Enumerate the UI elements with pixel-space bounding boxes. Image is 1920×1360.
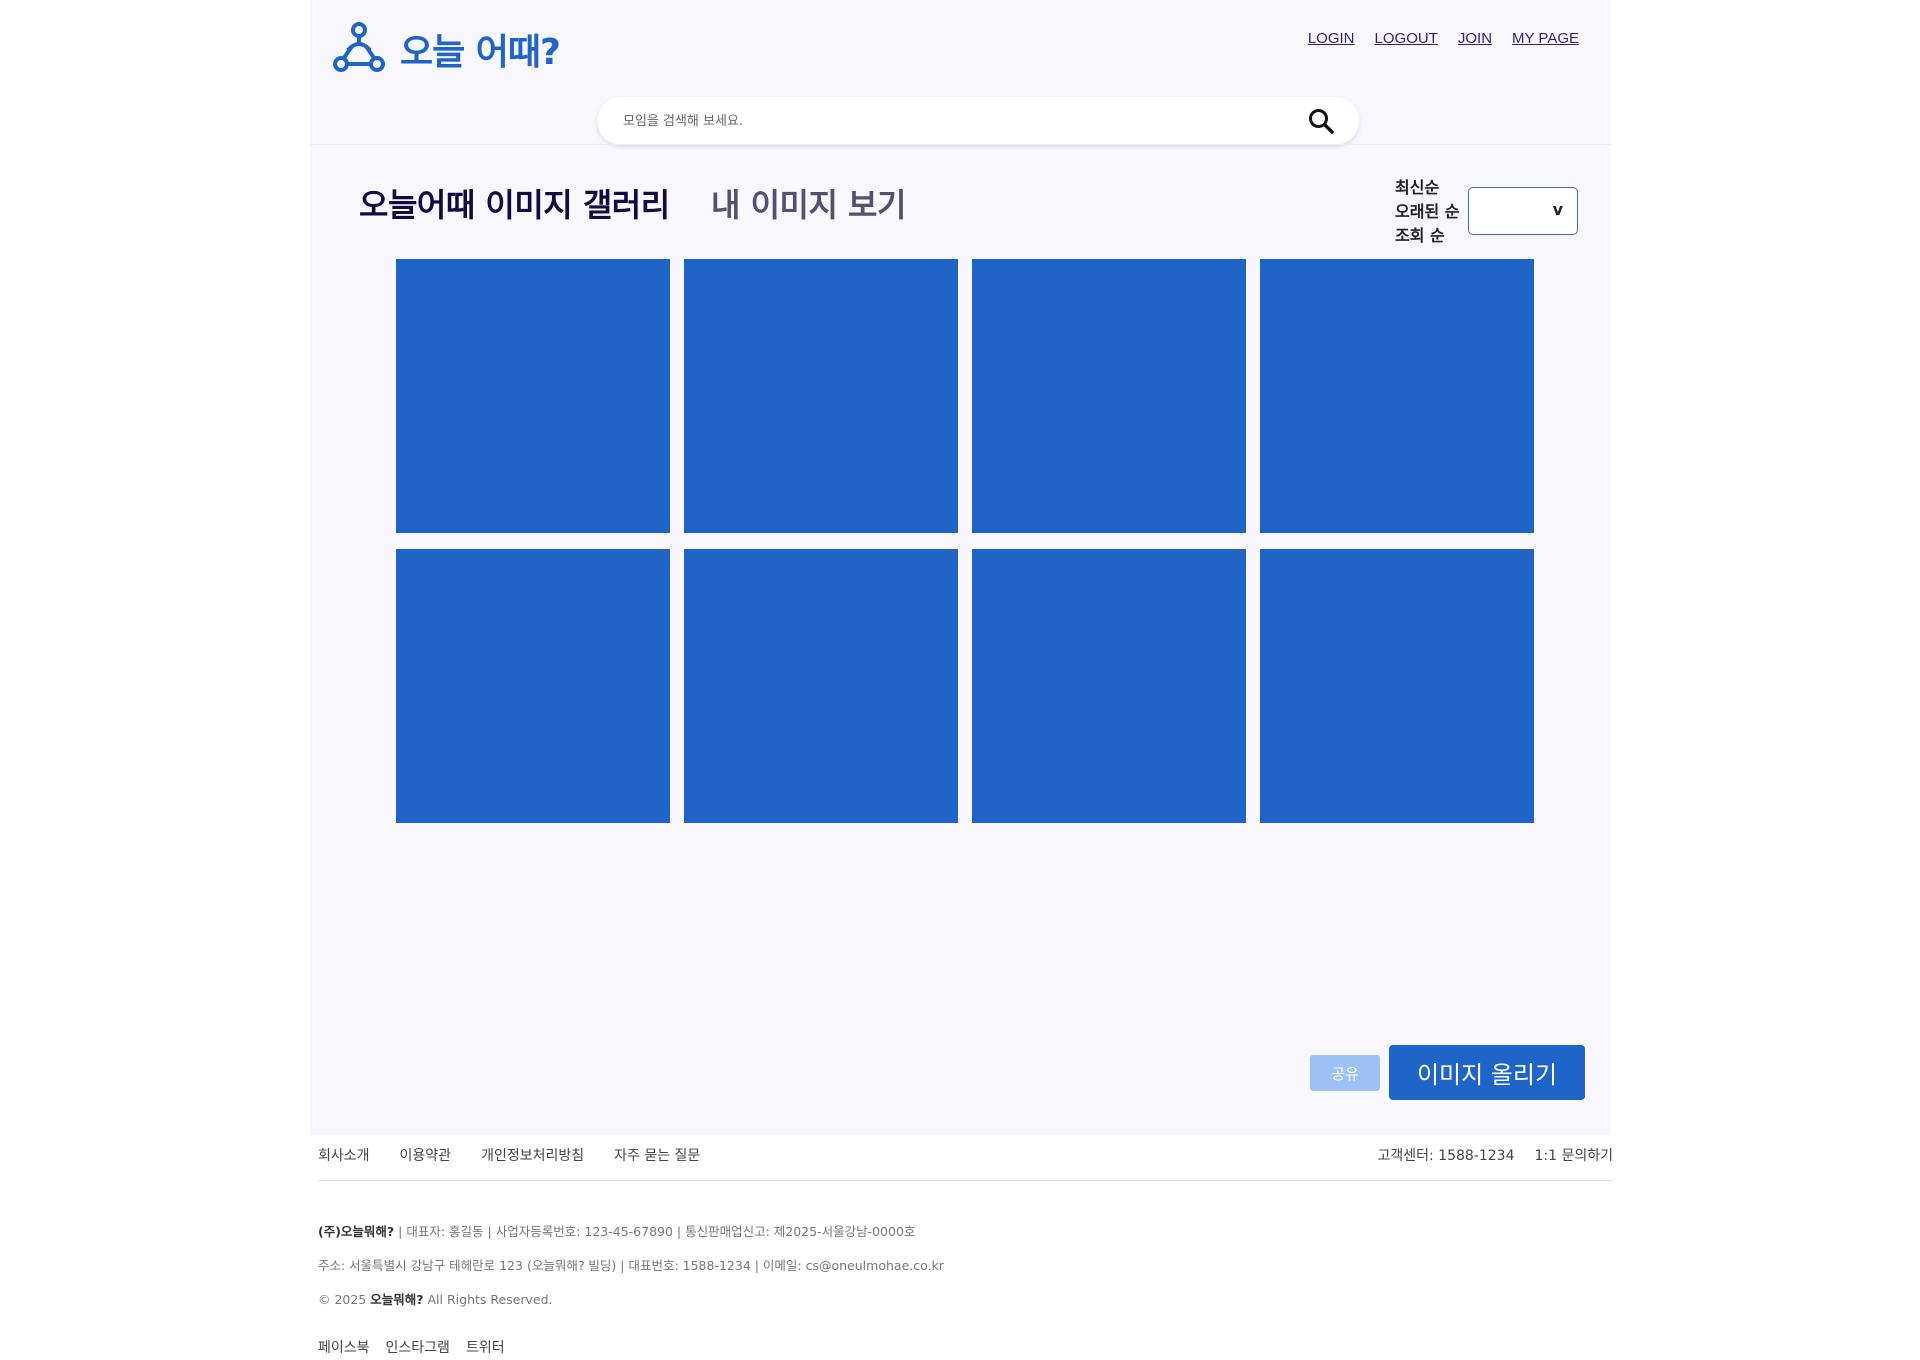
gallery-image[interactable] (396, 259, 670, 533)
instagram-link[interactable]: 인스타그램 (386, 1337, 450, 1357)
gallery-image[interactable] (684, 259, 958, 533)
footer-link-faq[interactable]: 자주 묻는 질문 (614, 1145, 700, 1165)
my-images-tab[interactable]: 내 이미지 보기 (711, 180, 906, 226)
inquiry-link[interactable]: 1:1 문의하기 (1534, 1145, 1613, 1165)
customer-center: 고객센터: 1588-1234 (1377, 1148, 1515, 1164)
footer-link-privacy[interactable]: 개인정보처리방침 (481, 1145, 584, 1165)
header-divider (310, 144, 1611, 145)
copyright: © 2025 오늘뭐해? All Rights Reserved. (318, 1283, 944, 1317)
search-input[interactable] (623, 110, 1273, 132)
company-name: (주)오늘뭐해? (318, 1224, 395, 1239)
copyright-suffix: All Rights Reserved. (423, 1292, 553, 1307)
gallery-image[interactable] (684, 549, 958, 823)
footer: 회사소개 이용약관 개인정보처리방침 자주 묻는 질문 고객센터: 1588-1… (318, 1135, 1613, 1360)
search-icon[interactable] (1307, 107, 1335, 135)
logo[interactable]: 오늘 어때? (330, 20, 561, 78)
footer-support: 고객센터: 1588-1234 1:1 문의하기 (1377, 1145, 1613, 1165)
gallery-image[interactable] (972, 549, 1246, 823)
social-links: 페이스북 인스타그램 트위터 (318, 1337, 505, 1357)
sort-option-latest[interactable]: 최신순 (1395, 176, 1459, 200)
logo-text: 오늘 어때? (400, 32, 561, 73)
top-nav: LOGIN LOGOUT JOIN MY PAGE (1308, 30, 1579, 47)
sort-option-views[interactable]: 조회 순 (1395, 224, 1459, 248)
gallery-image[interactable] (972, 259, 1246, 533)
gallery-title: 오늘어때 이미지 갤러리 (359, 186, 670, 224)
main-page: 오늘 어때? LOGIN LOGOUT JOIN MY PAGE 오늘어때 이미… (310, 0, 1611, 1135)
footer-divider (318, 1180, 1613, 1181)
footer-link-terms[interactable]: 이용약관 (400, 1145, 452, 1165)
mypage-link[interactable]: MY PAGE (1512, 30, 1579, 47)
twitter-link[interactable]: 트위터 (466, 1337, 505, 1357)
copyright-prefix: © 2025 (318, 1292, 371, 1307)
sort-select[interactable]: v (1468, 187, 1578, 235)
company-info: (주)오늘뭐해? | 대표자: 홍길동 | 사업자등록번호: 123-45-67… (318, 1215, 944, 1317)
footer-link-about[interactable]: 회사소개 (318, 1145, 370, 1165)
facebook-link[interactable]: 페이스북 (318, 1337, 370, 1357)
chevron-down-icon: v (1552, 200, 1563, 219)
login-link[interactable]: LOGIN (1308, 30, 1355, 47)
gallery-image[interactable] (396, 549, 670, 823)
image-gallery (396, 259, 1534, 823)
footer-links: 회사소개 이용약관 개인정보처리방침 자주 묻는 질문 (318, 1145, 700, 1165)
logout-link[interactable]: LOGOUT (1375, 30, 1438, 47)
join-link[interactable]: JOIN (1458, 30, 1492, 47)
address-line: 주소: 서울특별시 강남구 테헤란로 123 (오늘뭐해? 빌딩) | 대표번호… (318, 1258, 944, 1273)
search-bar (597, 97, 1359, 145)
company-line: (주)오늘뭐해? | 대표자: 홍길동 | 사업자등록번호: 123-45-67… (318, 1215, 944, 1249)
company-details: | 대표자: 홍길동 | 사업자등록번호: 123-45-67890 | 통신판… (394, 1224, 916, 1239)
gallery-image[interactable] (1260, 259, 1534, 533)
copyright-brand: 오늘뭐해? (370, 1292, 424, 1307)
share-button[interactable]: 공유 (1310, 1055, 1380, 1091)
sort-option-oldest[interactable]: 오래된 순 (1395, 200, 1459, 224)
sort-options: 최신순 오래된 순 조회 순 (1395, 176, 1459, 248)
people-network-icon (333, 22, 385, 72)
upload-image-button[interactable]: 이미지 올리기 (1389, 1045, 1585, 1100)
gallery-image[interactable] (1260, 549, 1534, 823)
